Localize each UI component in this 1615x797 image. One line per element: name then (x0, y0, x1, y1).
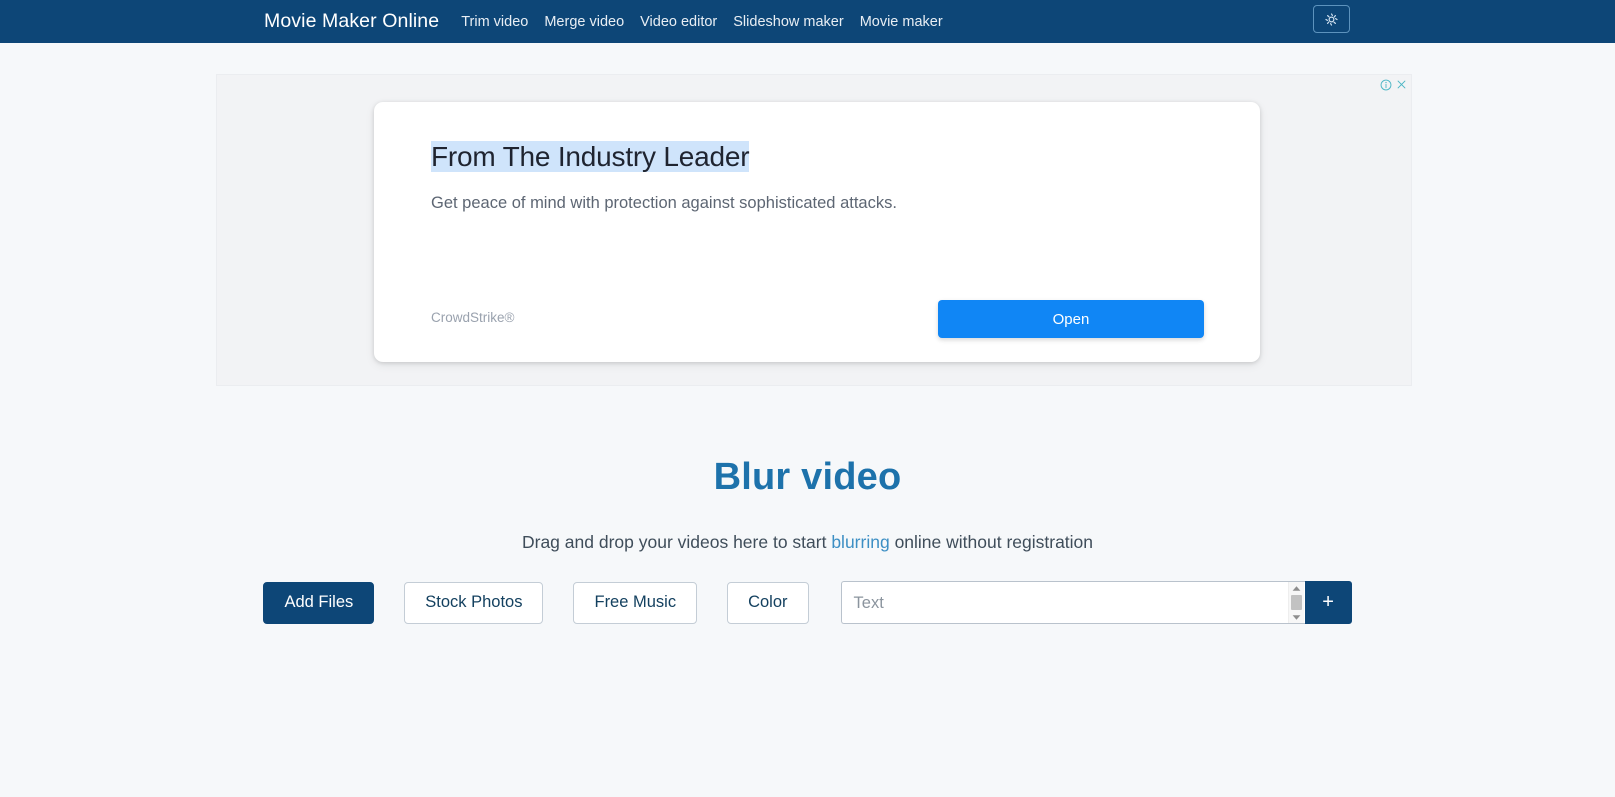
ad-close-button[interactable] (1395, 78, 1408, 91)
nav-item-merge-video[interactable]: Merge video (544, 14, 624, 30)
subtitle-link-blurring[interactable]: blurring (831, 532, 889, 552)
ad-headline-text: From The Industry Leader (431, 141, 750, 172)
action-button-row: Add Files Stock Photos Free Music Color … (0, 581, 1615, 624)
subtitle-prefix: Drag and drop your videos here to start (521, 532, 832, 552)
close-icon (1396, 79, 1407, 90)
primary-navigation: Trim video Merge video Video editor Slid… (461, 14, 942, 30)
ad-controls (1379, 78, 1408, 91)
info-icon (1380, 79, 1392, 91)
navbar-content: Movie Maker Online Trim video Merge vide… (0, 10, 1615, 33)
scroll-down-arrow-icon[interactable] (1289, 611, 1304, 623)
stock-photos-button[interactable]: Stock Photos (404, 581, 544, 624)
top-navbar: Movie Maker Online Trim video Merge vide… (0, 0, 1615, 43)
settings-button[interactable] (1313, 5, 1350, 33)
nav-item-video-editor[interactable]: Video editor (640, 14, 717, 30)
add-text-button[interactable]: + (1304, 581, 1352, 624)
subtitle-suffix: online without registration (889, 532, 1094, 552)
brand-logo-text[interactable]: Movie Maker Online (264, 10, 439, 33)
ad-subtext: Get peace of mind with protection agains… (431, 194, 897, 212)
scrollbar-thumb[interactable] (1290, 595, 1302, 610)
add-text-group: + (840, 581, 1352, 624)
color-button[interactable]: Color (727, 581, 809, 624)
ad-headline: From The Industry Leader (431, 141, 750, 173)
nav-item-movie-maker[interactable]: Movie maker (860, 14, 943, 30)
text-input-wrapper (840, 581, 1305, 624)
ad-info-button[interactable] (1379, 78, 1392, 91)
advertisement-container: From The Industry Leader Get peace of mi… (216, 74, 1412, 386)
page-title: Blur video (713, 456, 902, 498)
main-content: Blur video Drag and drop your videos her… (0, 386, 1615, 624)
ad-creative-card[interactable]: From The Industry Leader Get peace of mi… (374, 102, 1260, 362)
ad-open-button[interactable]: Open (938, 300, 1204, 338)
gear-icon (1323, 11, 1340, 28)
text-input-scrollbar[interactable] (1287, 582, 1304, 623)
ad-advertiser-name: CrowdStrike® (431, 310, 515, 325)
page-subtitle: Drag and drop your videos here to start … (0, 532, 1615, 553)
nav-item-trim-video[interactable]: Trim video (461, 14, 528, 30)
free-music-button[interactable]: Free Music (573, 581, 698, 624)
nav-item-slideshow-maker[interactable]: Slideshow maker (733, 14, 843, 30)
text-input[interactable] (840, 581, 1305, 624)
add-files-button[interactable]: Add Files (263, 581, 375, 624)
scroll-up-arrow-icon[interactable] (1289, 582, 1304, 594)
